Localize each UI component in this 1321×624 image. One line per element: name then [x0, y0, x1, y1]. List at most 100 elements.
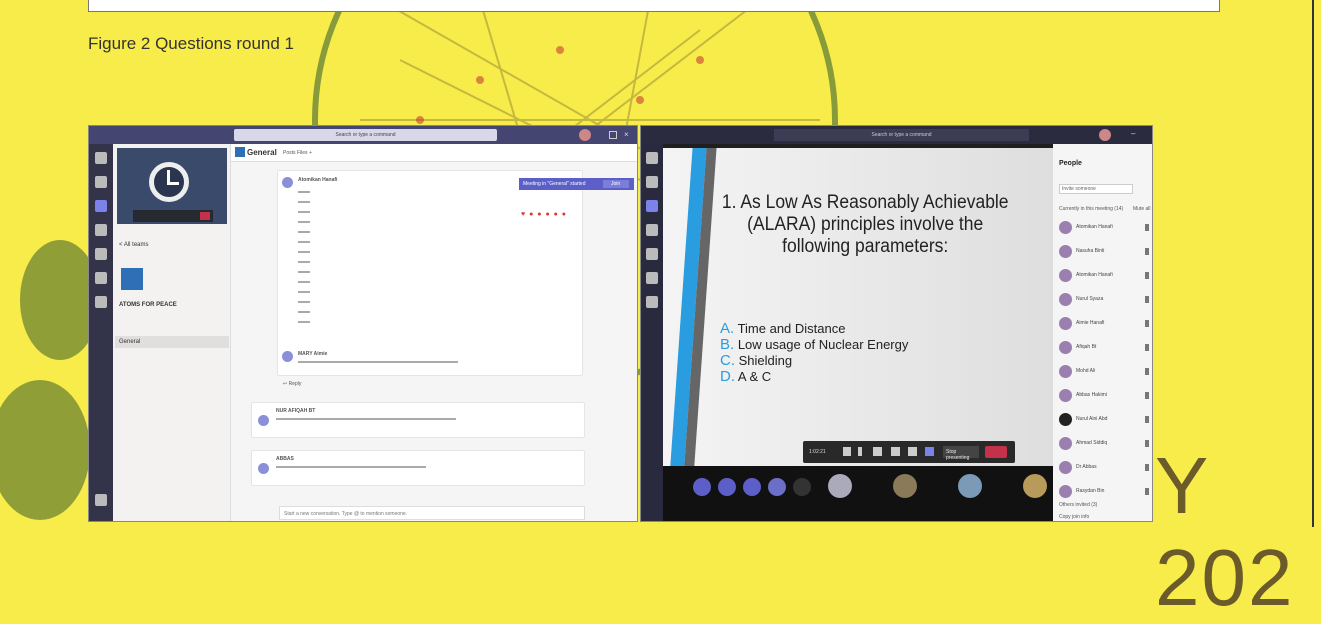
invite-input[interactable]: Invite someone — [1059, 184, 1133, 194]
all-teams-link[interactable]: < All teams — [119, 242, 149, 248]
shared-presentation-slide: 1. As Low As Reasonably Achievable (ALAR… — [663, 148, 1053, 466]
participant-name: Nurul Aini Abd — [1076, 416, 1108, 422]
mic-icon[interactable] — [858, 447, 862, 456]
list-item — [298, 201, 310, 203]
participant-row[interactable]: Atomikan Hanafi — [1059, 268, 1151, 284]
mic-icon — [1145, 488, 1149, 495]
close-icon[interactable]: × — [624, 130, 629, 139]
avatar — [1059, 413, 1072, 426]
hang-up-button[interactable] — [200, 212, 210, 220]
in-meeting-count[interactable]: Currently in this meeting (14) — [1059, 206, 1123, 212]
mic-icon — [1145, 464, 1149, 471]
hang-up-button[interactable] — [985, 446, 1007, 458]
participant-tile[interactable] — [793, 478, 811, 496]
message-text — [298, 361, 458, 363]
reactions[interactable]: ♥ ● ● ● ● ● — [521, 211, 581, 219]
more-icon[interactable] — [891, 447, 900, 456]
meeting-video-preview[interactable] — [117, 148, 227, 224]
teams-icon[interactable] — [646, 200, 658, 212]
share-icon[interactable] — [873, 447, 882, 456]
others-invited[interactable]: Others invited (3) — [1059, 502, 1097, 508]
tab-posts[interactable]: Posts — [283, 150, 296, 156]
title-bar: Search or type a command × — [89, 126, 637, 144]
participant-row[interactable]: Ahmad Siddiq — [1059, 436, 1151, 452]
team-name[interactable]: ATOMS FOR PEACE — [119, 302, 177, 308]
mic-icon — [1145, 272, 1149, 279]
help-icon[interactable] — [95, 494, 107, 506]
option-letter: D. — [720, 368, 735, 385]
participant-tile[interactable] — [768, 478, 786, 496]
calendar-icon[interactable] — [95, 248, 107, 260]
option-letter: A. — [720, 320, 735, 337]
participant-name: Nurul Syaza — [1076, 296, 1104, 302]
participant-tile[interactable] — [828, 474, 852, 498]
mic-icon — [1145, 344, 1149, 351]
participant-row[interactable]: Nurul Aini Abd — [1059, 412, 1151, 428]
option-letter: B. — [720, 336, 735, 353]
participant-tile[interactable] — [1023, 474, 1047, 498]
files-icon[interactable] — [646, 296, 658, 308]
files-icon[interactable] — [95, 296, 107, 308]
avatar — [1059, 245, 1072, 258]
message-text — [276, 466, 426, 468]
participant-tile[interactable] — [718, 478, 736, 496]
participant-tile[interactable] — [743, 478, 761, 496]
people-icon[interactable] — [925, 447, 934, 456]
option-c: C. Shielding — [720, 352, 792, 369]
participant-row[interactable]: Mohd Ali — [1059, 364, 1151, 380]
mic-icon — [1145, 224, 1149, 231]
mic-icon — [1145, 392, 1149, 399]
list-item — [298, 241, 310, 243]
list-item — [298, 291, 310, 293]
figure-caption: Figure 2 Questions round 1 — [88, 34, 295, 53]
participant-row[interactable]: Aimie Hanafi — [1059, 316, 1151, 332]
participant-row[interactable]: Dr Abbas — [1059, 460, 1151, 476]
participant-row[interactable]: Rasydan Bin — [1059, 484, 1151, 500]
activity-icon[interactable] — [646, 152, 658, 164]
assignments-icon[interactable] — [646, 224, 658, 236]
message-author: ABBAS — [276, 456, 294, 462]
stop-presenting-button[interactable]: Stop presenting — [943, 446, 979, 461]
camera-icon[interactable] — [843, 447, 851, 456]
search-input[interactable]: Search or type a command — [774, 129, 1029, 141]
teams-chat-window: Search or type a command × < All teams A… — [88, 125, 638, 522]
search-input[interactable]: Search or type a command — [234, 129, 497, 141]
teams-icon[interactable] — [95, 200, 107, 212]
avatar[interactable] — [579, 129, 591, 141]
calls-icon[interactable] — [646, 272, 658, 284]
calendar-icon[interactable] — [646, 248, 658, 260]
avatar[interactable] — [1099, 129, 1111, 141]
avatar — [258, 415, 269, 426]
message-card: ABBAS — [251, 450, 585, 486]
chat-icon[interactable] — [646, 176, 658, 188]
maximize-icon[interactable] — [609, 131, 617, 139]
reply-link[interactable]: ↩ Reply — [283, 381, 301, 387]
participant-tile[interactable] — [958, 474, 982, 498]
minimize-icon[interactable]: – — [1131, 129, 1135, 138]
copy-join-info[interactable]: Copy join info — [1059, 514, 1089, 520]
participant-tile[interactable] — [693, 478, 711, 496]
participant-row[interactable]: Nurul Syaza — [1059, 292, 1151, 308]
chat-icon[interactable] — [95, 176, 107, 188]
list-item — [298, 251, 310, 253]
list-item — [298, 221, 310, 223]
calls-icon[interactable] — [95, 272, 107, 284]
mic-icon — [1145, 368, 1149, 375]
join-button[interactable]: Join — [603, 180, 629, 188]
option-text: Shielding — [738, 353, 793, 368]
participant-row[interactable]: Atomikan Hanafi — [1059, 220, 1151, 236]
mute-all-button[interactable]: Mute all — [1133, 206, 1151, 212]
raise-hand-icon[interactable] — [908, 447, 917, 456]
participant-row[interactable]: Abbas Hakimi — [1059, 388, 1151, 404]
compose-box[interactable]: Start a new conversation. Type @ to ment… — [279, 506, 585, 520]
assignments-icon[interactable] — [95, 224, 107, 236]
tab-files[interactable]: Files — [297, 150, 308, 156]
participant-tile[interactable] — [893, 474, 917, 498]
participant-row[interactable]: Afiqah Bt — [1059, 340, 1151, 356]
participant-row[interactable]: Nasuha Binti — [1059, 244, 1151, 260]
message-text — [276, 418, 456, 420]
channel-main: General Posts Files + Atomikan Hanafi MA… — [231, 144, 637, 521]
activity-icon[interactable] — [95, 152, 107, 164]
add-tab-button[interactable]: + — [309, 150, 312, 156]
people-title: People — [1059, 160, 1082, 167]
